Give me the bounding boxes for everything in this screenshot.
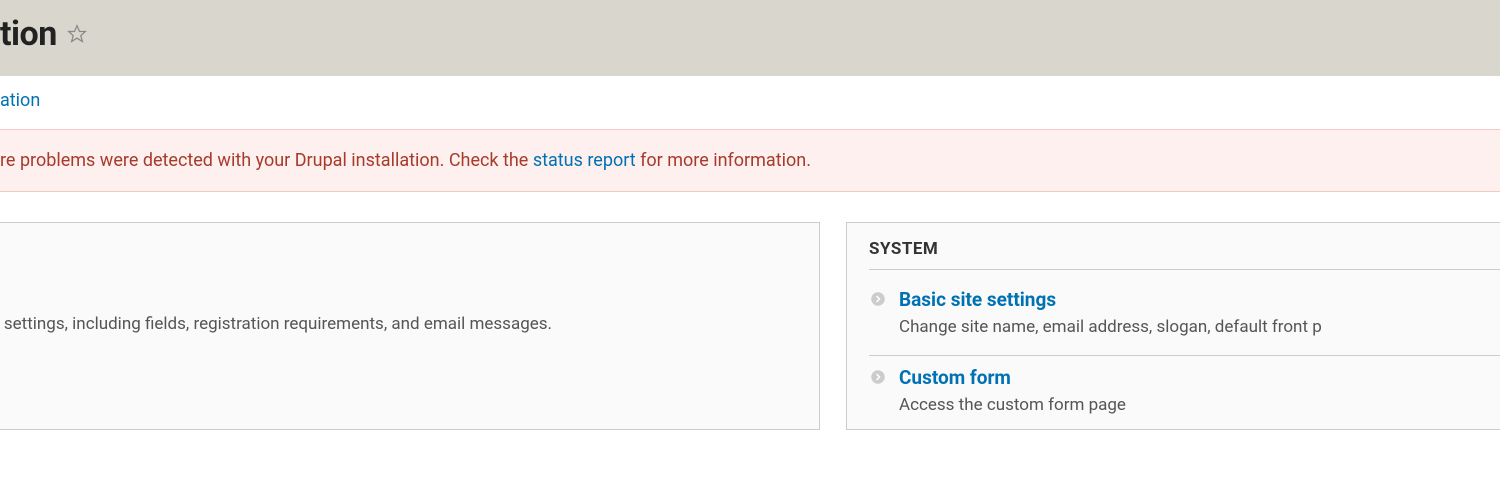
chevron-right-icon: [869, 290, 887, 312]
system-header: SYSTEM: [847, 223, 1500, 269]
custom-form-desc: Access the custom form page: [899, 395, 1500, 415]
status-report-link[interactable]: status report: [533, 150, 636, 171]
system-panel: SYSTEM Basic site settings Change site n…: [846, 222, 1500, 430]
account-settings-title: ettings: [0, 285, 797, 308]
page-header: tion: [0, 0, 1500, 76]
basic-site-settings-item[interactable]: Basic site settings Change site name, em…: [847, 278, 1500, 351]
star-icon[interactable]: [67, 24, 87, 48]
basic-site-settings-desc: Change site name, email address, slogan,…: [899, 317, 1500, 337]
account-settings-desc: fault user account settings, including f…: [0, 314, 797, 334]
status-text: re problems were detected with your Drup…: [0, 150, 811, 171]
panels-row: ettings fault user account settings, inc…: [0, 222, 1500, 430]
basic-site-settings-title: Basic site settings: [899, 288, 1500, 311]
custom-form-item[interactable]: Custom form Access the custom form page: [847, 356, 1500, 429]
breadcrumb-link[interactable]: ation: [0, 90, 40, 111]
custom-form-title: Custom form: [899, 366, 1500, 389]
people-panel: ettings fault user account settings, inc…: [0, 222, 820, 430]
status-text-after: for more information.: [636, 150, 811, 171]
account-settings-item[interactable]: ettings fault user account settings, inc…: [0, 275, 819, 348]
status-text-before: re problems were detected with your Drup…: [0, 150, 533, 171]
chevron-right-icon: [869, 368, 887, 390]
breadcrumb: ation: [0, 76, 1500, 129]
content-authoring-header: HORING: [0, 372, 819, 428]
status-message: re problems were detected with your Drup…: [0, 129, 1500, 192]
page-title: tion: [0, 14, 57, 54]
